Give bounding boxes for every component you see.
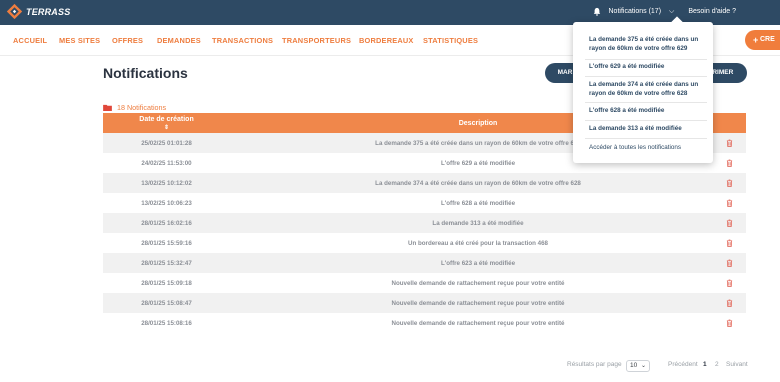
page-title: Notifications xyxy=(103,65,188,81)
bell-icon[interactable] xyxy=(593,7,601,16)
nav-item-demandes[interactable]: DEMANDES xyxy=(157,36,201,45)
nav-item-transporteurs[interactable]: TRANSPORTEURS xyxy=(282,36,351,45)
per-page-value: 10 xyxy=(630,362,638,369)
row-date: 28/01/25 15:09:18 xyxy=(141,280,192,287)
dropdown-notification-item[interactable]: L'offre 629 a été modifiée xyxy=(589,63,704,72)
folder-icon xyxy=(103,104,112,111)
table-row[interactable]: 28/01/25 15:08:47 Nouvelle demande de ra… xyxy=(103,293,746,313)
table-row[interactable]: 28/01/25 15:09:18 Nouvelle demande de ra… xyxy=(103,273,746,293)
table-row[interactable]: 13/02/25 10:12:02 La demande 374 a été c… xyxy=(103,173,746,193)
row-date: 25/02/25 01:01:28 xyxy=(141,140,192,147)
row-date: 28/01/25 15:32:47 xyxy=(141,260,192,267)
trash-icon[interactable] xyxy=(726,139,733,147)
table-row[interactable]: 28/01/25 15:32:47 L'offre 623 a été modi… xyxy=(103,253,746,273)
row-description: L'offre 623 a été modifiée xyxy=(440,260,516,267)
page-button-2[interactable]: 2 xyxy=(715,361,719,368)
notifications-dropdown: La demande 375 a été créée dans un rayon… xyxy=(573,22,713,163)
column-header-date[interactable]: Date de création ⇕ xyxy=(103,116,230,132)
trash-icon[interactable] xyxy=(726,219,733,227)
nav-item-transactions[interactable]: TRANSACTIONS xyxy=(212,36,273,45)
table-row[interactable]: 28/01/25 15:59:16 Un bordereau a été cré… xyxy=(103,233,746,253)
row-date: 28/01/25 15:08:16 xyxy=(141,320,192,327)
chevron-down-icon: ⌄ xyxy=(640,363,646,369)
per-page-select[interactable]: 10 ⌄ xyxy=(626,360,650,372)
dropdown-notification-item[interactable]: La demande 313 a été modifiée xyxy=(589,125,704,134)
divider xyxy=(585,102,707,103)
divider xyxy=(585,138,707,139)
row-date: 13/02/25 10:06:23 xyxy=(141,200,192,207)
row-description: Nouvelle demande de rattachement reçue p… xyxy=(391,300,565,307)
row-date: 28/01/25 15:59:16 xyxy=(141,240,192,247)
nav-item-accueil[interactable]: ACCUEIL xyxy=(13,36,47,45)
trash-icon[interactable] xyxy=(726,299,733,307)
row-description: Nouvelle demande de rattachement reçue p… xyxy=(391,320,565,327)
per-page-label: Résultats par page xyxy=(567,361,622,368)
divider xyxy=(585,120,707,121)
next-page-button[interactable]: Suivant xyxy=(726,361,748,368)
logo-icon xyxy=(6,3,23,20)
dropdown-notification-item[interactable]: La demande 374 a été créée dans un rayon… xyxy=(589,81,704,98)
divider xyxy=(585,59,707,60)
row-description: La demande 374 a été créée dans un rayon… xyxy=(375,180,581,187)
row-date: 28/01/25 16:02:16 xyxy=(141,220,192,227)
nav-item-bordereaux[interactable]: BORDEREAUX xyxy=(359,36,414,45)
table-row[interactable]: 28/01/25 15:08:16 Nouvelle demande de ra… xyxy=(103,313,746,333)
row-description: Nouvelle demande de rattachement reçue p… xyxy=(391,280,565,287)
create-button-label: CRE xyxy=(760,36,775,43)
notification-count-label: 18 Notifications xyxy=(117,103,167,112)
sort-icon[interactable]: ⇕ xyxy=(103,124,230,132)
trash-icon[interactable] xyxy=(726,179,733,187)
row-date: 13/02/25 10:12:02 xyxy=(141,180,192,187)
view-all-notifications-link[interactable]: Accéder à toutes les notifications xyxy=(589,144,681,151)
trash-icon[interactable] xyxy=(726,279,733,287)
divider xyxy=(585,76,707,77)
trash-icon[interactable] xyxy=(726,159,733,167)
row-date: 24/02/25 11:53:00 xyxy=(141,160,192,167)
row-description: Un bordereau a été créé pour la transact… xyxy=(408,240,548,247)
row-date: 28/01/25 15:08:47 xyxy=(141,300,192,307)
trash-icon[interactable] xyxy=(726,199,733,207)
nav-item-mes-sites[interactable]: MES SITES xyxy=(59,36,100,45)
top-right-menu: Notifications (17) ⌵ Besoin d'aide ? xyxy=(593,7,736,16)
notification-count: 18 Notifications xyxy=(103,103,166,112)
row-description: L'offre 628 a été modifiée xyxy=(440,200,516,207)
chevron-down-icon[interactable]: ⌵ xyxy=(669,8,674,16)
trash-icon[interactable] xyxy=(726,319,733,327)
table-row[interactable]: 28/01/25 16:02:16 La demande 313 a été m… xyxy=(103,213,746,233)
previous-page-button[interactable]: Précédent xyxy=(668,361,698,368)
trash-icon[interactable] xyxy=(726,259,733,267)
trash-icon[interactable] xyxy=(726,239,733,247)
table-row[interactable]: 13/02/25 10:06:23 L'offre 628 a été modi… xyxy=(103,193,746,213)
notifications-toggle[interactable]: Notifications (17) xyxy=(609,8,662,15)
column-header-date-label: Date de création xyxy=(139,116,194,123)
page-button-1[interactable]: 1 xyxy=(703,361,707,368)
dropdown-notification-item[interactable]: L'offre 628 a été modifiée xyxy=(589,107,704,116)
logo[interactable]: TERRASS xyxy=(6,3,70,20)
help-link[interactable]: Besoin d'aide ? xyxy=(688,8,736,15)
dropdown-notification-item[interactable]: La demande 375 a été créée dans un rayon… xyxy=(589,36,704,53)
create-button[interactable]: + CRE xyxy=(745,30,780,50)
nav-item-offres[interactable]: OFFRES xyxy=(112,36,143,45)
nav-item-statistiques[interactable]: STATISTIQUES xyxy=(423,36,478,45)
brand-name: TERRASS xyxy=(26,6,71,17)
plus-icon: + xyxy=(753,35,759,45)
row-description: La demande 313 a été modifiée xyxy=(432,220,524,227)
